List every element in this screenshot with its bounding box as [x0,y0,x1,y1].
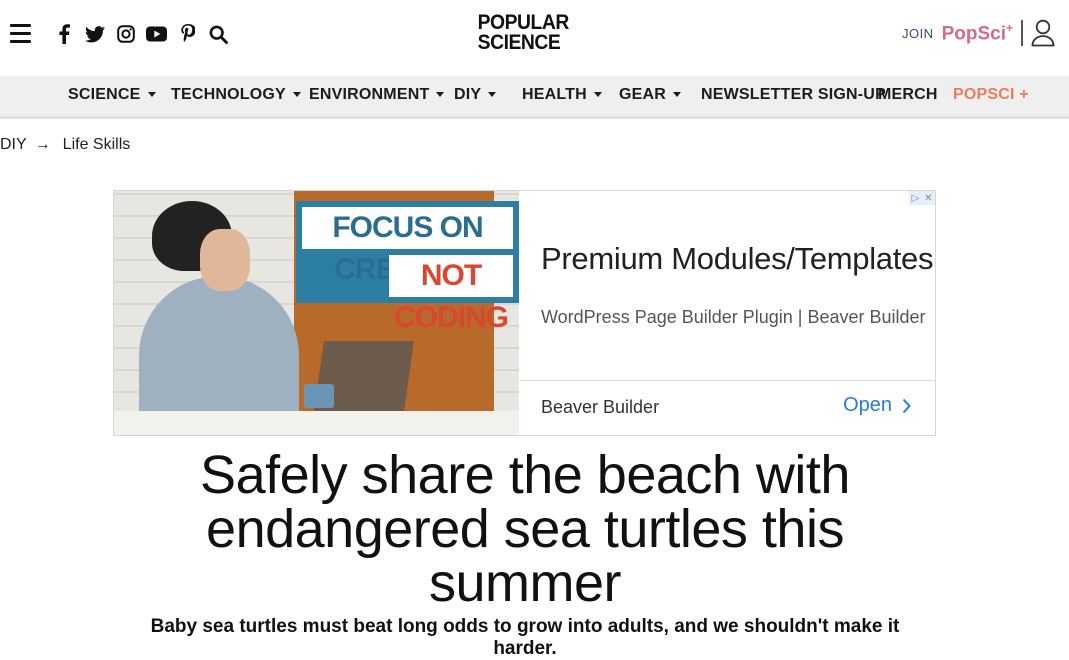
advertisement[interactable]: FOCUS ON CREATING NOT CODING ▷✕ Premium … [113,190,936,436]
nav-item-diy[interactable]: DIY [454,86,497,104]
site-header: POPULAR SCIENCE JOIN PopSci+ [0,0,1069,76]
caret-down-icon [436,92,445,98]
logo-line-2: SCIENCE [477,31,561,54]
caret-down-icon [673,92,682,98]
twitter-icon[interactable] [83,22,106,46]
facebook-icon[interactable] [52,22,75,46]
user-icon[interactable] [1031,19,1057,47]
ad-image[interactable]: FOCUS ON CREATING NOT CODING [114,191,519,435]
article-subtitle: Baby sea turtles must beat long odds to … [150,616,900,659]
logo-line-1: POPULAR [477,11,570,34]
nav-label: SCIENCE [68,86,141,103]
ad-description: WordPress Page Builder Plugin | Beaver B… [541,307,926,327]
social-links [52,22,238,46]
nav-label: POPSCI + [953,86,1029,103]
nav-label: GEAR [619,86,667,103]
chevron-right-icon [902,398,911,413]
menu-icon[interactable] [10,24,32,44]
youtube-icon[interactable] [145,22,168,46]
nav-item-environment[interactable]: ENVIRONMENT [309,86,445,104]
nav-item-health[interactable]: HEALTH [522,86,602,104]
ad-headline[interactable]: Premium Modules/Templates [541,241,934,277]
nav-item-technology[interactable]: TECHNOLOGY [171,86,301,104]
nav-label: MERCH [878,86,938,103]
nav-label: ENVIRONMENT [309,86,430,103]
ad-banner: FOCUS ON CREATING NOT CODING [296,201,519,334]
article-title: Safely share the beach with endangered s… [200,445,850,613]
main-nav: SCIENCE TECHNOLOGY ENVIRONMENT DIY HEALT… [0,76,1069,119]
site-logo[interactable]: POPULAR SCIENCE [474,11,570,54]
breadcrumb: DIY → Life Skills [0,136,130,154]
nav-item-popsci-plus[interactable]: POPSCI + [953,86,1029,104]
caret-down-icon [147,92,156,98]
ad-banner-line-2: NOT CODING [389,255,513,334]
ad-open-button[interactable]: Open [843,394,911,417]
popsci-plus-symbol: + [1005,20,1013,35]
nav-label: TECHNOLOGY [171,86,286,103]
header-divider [1021,20,1023,46]
nav-item-gear[interactable]: GEAR [619,86,682,104]
caret-down-icon [593,92,602,98]
popsci-plus-link[interactable]: PopSci+ [942,21,1013,45]
nav-item-merch[interactable]: MERCH [878,86,938,104]
nav-item-newsletter[interactable]: NEWSLETTER SIGN-UP [701,86,886,104]
join-link[interactable]: JOIN [902,26,934,41]
nav-item-science[interactable]: SCIENCE [68,86,156,104]
pinterest-icon[interactable] [176,22,199,46]
ad-banner-line-1: FOCUS ON CREATING [302,207,513,286]
breadcrumb-life-skills[interactable]: Life Skills [63,136,131,154]
nav-label: HEALTH [522,86,587,103]
nav-label: DIY [454,86,482,103]
ad-advertiser: Beaver Builder [541,397,660,417]
breadcrumb-diy[interactable]: DIY [0,136,27,154]
nav-label: NEWSLETTER SIGN-UP [701,86,886,103]
ad-divider [519,380,935,381]
caret-down-icon [488,92,497,98]
instagram-icon[interactable] [114,22,137,46]
adchoices-icon[interactable]: ▷ ✕ [909,191,935,205]
ad-open-label: Open [843,394,892,416]
arrow-right-icon: → [34,136,51,153]
caret-down-icon [292,92,301,98]
search-icon[interactable] [207,22,230,46]
account-area: JOIN PopSci+ [902,17,1057,49]
popsci-plus-label: PopSci [941,23,1006,45]
